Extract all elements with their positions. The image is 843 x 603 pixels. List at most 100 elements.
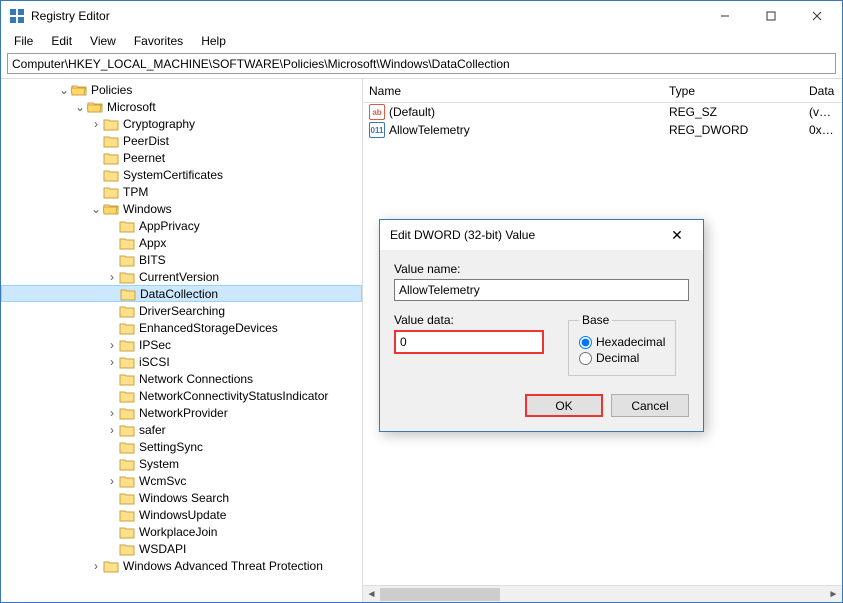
tree-item-appx[interactable]: Appx xyxy=(1,234,362,251)
ok-button[interactable]: OK xyxy=(525,394,603,417)
tree-toggle-icon[interactable] xyxy=(105,338,119,352)
tree-toggle-icon[interactable] xyxy=(105,253,119,267)
tree-item-peernet[interactable]: Peernet xyxy=(1,149,362,166)
folder-icon xyxy=(119,338,135,352)
folder-icon xyxy=(103,168,119,182)
tree-toggle-icon[interactable] xyxy=(105,440,119,454)
tree-toggle-icon[interactable] xyxy=(89,117,103,131)
folder-icon xyxy=(119,253,135,267)
radio-hexadecimal-label: Hexadecimal xyxy=(596,335,665,349)
value-type-cell: REG_DWORD xyxy=(663,123,803,137)
tree-item-systemcertificates[interactable]: SystemCertificates xyxy=(1,166,362,183)
radio-decimal[interactable] xyxy=(579,352,592,365)
tree-toggle-icon[interactable] xyxy=(89,202,103,216)
folder-icon xyxy=(119,440,135,454)
menu-file[interactable]: File xyxy=(5,32,42,50)
value-data-field[interactable] xyxy=(394,330,544,354)
tree-toggle-icon[interactable] xyxy=(105,236,119,250)
folder-icon xyxy=(87,100,103,114)
tree-item-safer[interactable]: safer xyxy=(1,421,362,438)
menu-favorites[interactable]: Favorites xyxy=(125,32,192,50)
menu-edit[interactable]: Edit xyxy=(42,32,81,50)
tree-item-wdatp[interactable]: Windows Advanced Threat Protection xyxy=(1,557,362,574)
tree-item-windowsupdate[interactable]: WindowsUpdate xyxy=(1,506,362,523)
list-row[interactable]: 011 AllowTelemetry REG_DWORD 0x00000 xyxy=(363,121,842,139)
tree-item-system[interactable]: System xyxy=(1,455,362,472)
string-value-icon: ab xyxy=(369,104,385,120)
scroll-left-arrow[interactable]: ◄ xyxy=(363,586,380,603)
tree-item-networkprovider[interactable]: NetworkProvider xyxy=(1,404,362,421)
tree-item-wcmsvc[interactable]: WcmSvc xyxy=(1,472,362,489)
tree-item-currentversion[interactable]: CurrentVersion xyxy=(1,268,362,285)
col-header-data[interactable]: Data xyxy=(803,79,842,102)
tree-item-microsoft[interactable]: Microsoft xyxy=(1,98,362,115)
tree-toggle-icon[interactable] xyxy=(105,355,119,369)
tree-toggle-icon[interactable] xyxy=(89,134,103,148)
horizontal-scrollbar[interactable]: ◄ ► xyxy=(363,585,842,602)
menu-help[interactable]: Help xyxy=(192,32,235,50)
tree-label: SettingSync xyxy=(139,440,203,454)
folder-icon xyxy=(103,134,119,148)
tree-item-tpm[interactable]: TPM xyxy=(1,183,362,200)
tree-toggle-icon[interactable] xyxy=(105,508,119,522)
tree-item-iscsi[interactable]: iSCSI xyxy=(1,353,362,370)
tree-toggle-icon[interactable] xyxy=(105,219,119,233)
tree-pane[interactable]: Policies Microsoft Cryptography PeerDist… xyxy=(1,79,363,602)
minimize-button[interactable] xyxy=(702,1,748,31)
tree-toggle-icon[interactable] xyxy=(57,83,71,97)
scroll-thumb[interactable] xyxy=(380,588,500,601)
tree-toggle-icon[interactable] xyxy=(106,287,120,301)
tree-item-bits[interactable]: BITS xyxy=(1,251,362,268)
tree-item-policies[interactable]: Policies xyxy=(1,81,362,98)
scroll-right-arrow[interactable]: ► xyxy=(825,586,842,603)
tree-item-windows[interactable]: Windows xyxy=(1,200,362,217)
tree-toggle-icon[interactable] xyxy=(105,406,119,420)
tree-toggle-icon[interactable] xyxy=(105,491,119,505)
tree-item-driversearching[interactable]: DriverSearching xyxy=(1,302,362,319)
tree-toggle-icon[interactable] xyxy=(105,474,119,488)
dword-value-icon: 011 xyxy=(369,122,385,138)
tree-item-datacollection[interactable]: DataCollection xyxy=(1,285,362,302)
tree-toggle-icon[interactable] xyxy=(105,304,119,318)
tree-item-enhancedstoragedevices[interactable]: EnhancedStorageDevices xyxy=(1,319,362,336)
tree-toggle-icon[interactable] xyxy=(105,525,119,539)
folder-icon xyxy=(119,304,135,318)
tree-item-peerdist[interactable]: PeerDist xyxy=(1,132,362,149)
tree-item-ipsec[interactable]: IPSec xyxy=(1,336,362,353)
close-button[interactable] xyxy=(794,1,840,31)
tree-item-windowssearch[interactable]: Windows Search xyxy=(1,489,362,506)
tree-toggle-icon[interactable] xyxy=(89,168,103,182)
dialog-close-button[interactable]: ✕ xyxy=(657,220,697,250)
address-bar[interactable]: Computer\HKEY_LOCAL_MACHINE\SOFTWARE\Pol… xyxy=(7,53,836,74)
tree-toggle-icon[interactable] xyxy=(89,151,103,165)
folder-icon xyxy=(71,83,87,97)
tree-item-cryptography[interactable]: Cryptography xyxy=(1,115,362,132)
tree-item-appprivacy[interactable]: AppPrivacy xyxy=(1,217,362,234)
cancel-button[interactable]: Cancel xyxy=(611,394,689,417)
maximize-button[interactable] xyxy=(748,1,794,31)
tree-toggle-icon[interactable] xyxy=(89,185,103,199)
col-header-name[interactable]: Name xyxy=(363,79,663,102)
tree-label: Windows Search xyxy=(139,491,229,505)
list-row[interactable]: ab (Default) REG_SZ (value n xyxy=(363,103,842,121)
tree-toggle-icon[interactable] xyxy=(89,559,103,573)
col-header-type[interactable]: Type xyxy=(663,79,803,102)
tree-item-wsdapi[interactable]: WSDAPI xyxy=(1,540,362,557)
menu-view[interactable]: View xyxy=(81,32,125,50)
value-name-field[interactable] xyxy=(394,279,689,301)
tree-toggle-icon[interactable] xyxy=(105,270,119,284)
value-type-cell: REG_SZ xyxy=(663,105,803,119)
tree-item-workplacejoin[interactable]: WorkplaceJoin xyxy=(1,523,362,540)
tree-toggle-icon[interactable] xyxy=(105,389,119,403)
folder-icon xyxy=(119,542,135,556)
tree-toggle-icon[interactable] xyxy=(105,423,119,437)
tree-item-networkconnectivitystatusindicator[interactable]: NetworkConnectivityStatusIndicator xyxy=(1,387,362,404)
tree-toggle-icon[interactable] xyxy=(105,321,119,335)
radio-hexadecimal[interactable] xyxy=(579,336,592,349)
tree-toggle-icon[interactable] xyxy=(105,457,119,471)
tree-toggle-icon[interactable] xyxy=(73,100,87,114)
tree-item-settingsync[interactable]: SettingSync xyxy=(1,438,362,455)
tree-toggle-icon[interactable] xyxy=(105,542,119,556)
tree-toggle-icon[interactable] xyxy=(105,372,119,386)
tree-item-networkconnections[interactable]: Network Connections xyxy=(1,370,362,387)
